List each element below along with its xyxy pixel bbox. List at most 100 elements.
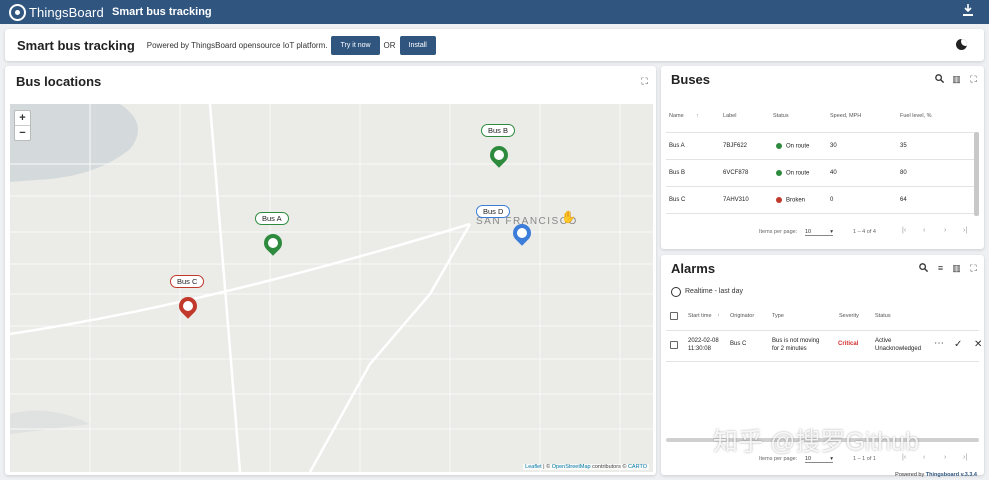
alarm-start-clock: 11:30:08 [688, 346, 711, 352]
items-per-page-label: Items per page: [759, 229, 798, 235]
page-title: Smart bus tracking [17, 37, 135, 53]
prev-page-icon[interactable]: ‹ [923, 227, 925, 234]
buses-title: Buses [671, 72, 711, 87]
status-dot-icon [776, 143, 782, 149]
bus-status: On route [776, 170, 809, 177]
install-button[interactable]: Install [399, 35, 436, 55]
divider [666, 213, 974, 214]
column-header-fuel[interactable]: Fuel level, % [900, 113, 932, 119]
column-header-severity[interactable]: Severity [839, 313, 859, 319]
next-page-icon[interactable]: › [944, 227, 946, 234]
bus-status: On route [776, 143, 809, 150]
realtime-label[interactable]: Realtime - last day [685, 288, 743, 295]
search-icon[interactable] [934, 74, 945, 85]
bus-fuel: 80 [900, 170, 907, 176]
divider [666, 186, 974, 187]
divider [666, 361, 979, 362]
columns-icon[interactable]: ▥ [951, 263, 962, 274]
hand-cursor-icon: ✋ [561, 210, 576, 224]
clear-alarm-icon[interactable]: ✕ [974, 339, 982, 350]
bus-speed: 0 [830, 197, 834, 203]
items-per-page-select[interactable]: 10 ▾ [805, 229, 833, 236]
osm-link[interactable]: OpenStreetMap [552, 464, 591, 470]
zoom-control: + − [14, 110, 31, 141]
alarm-status: Active Unacknowledged [875, 337, 921, 353]
alarm-type-line1: Bus is not moving [772, 338, 820, 344]
column-header-status[interactable]: Status [773, 113, 789, 119]
row-checkbox[interactable] [670, 341, 678, 349]
first-page-icon[interactable]: |‹ [902, 227, 906, 234]
sort-arrow-icon[interactable]: ↑ [696, 113, 699, 119]
try-it-now-button[interactable]: Try it now [331, 35, 380, 55]
alarm-status-line2: Unacknowledged [875, 346, 922, 352]
bus-name: Bus B [669, 170, 686, 176]
leaflet-link[interactable]: Leaflet [525, 464, 542, 470]
watermark: 知乎 @搜罗Github [713, 428, 919, 456]
dark-mode-icon[interactable] [956, 39, 967, 50]
filter-icon[interactable]: ≡ [935, 263, 946, 274]
powered-text: Powered by ThingsBoard opensource IoT pl… [146, 40, 328, 50]
bus-fuel: 64 [900, 197, 907, 203]
header-card: Smart bus tracking Powered by ThingsBoar… [5, 29, 984, 61]
or-label: OR [383, 40, 396, 50]
bus-speed: 40 [830, 170, 837, 176]
bus-label: 7AHV310 [723, 197, 749, 203]
carto-link[interactable]: CARTO [628, 464, 647, 470]
fullscreen-icon[interactable]: ⛶ [968, 263, 979, 274]
column-header-type[interactable]: Type [772, 313, 784, 319]
more-actions-icon[interactable]: ⋯ [934, 338, 944, 349]
column-header-originator[interactable]: Originator [730, 313, 754, 319]
footer: Powered by Thingsboard v.3.3.4 [895, 472, 977, 478]
bus-label: 6VCF878 [723, 170, 749, 176]
thingsboard-version-link[interactable]: Thingsboard v.3.3.4 [926, 472, 977, 478]
bus-marker-label: Bus C [170, 275, 205, 288]
logo-text: ThingsBoard [29, 4, 104, 20]
bus-locations-title: Bus locations [16, 74, 102, 89]
bus-status-text: On route [786, 143, 810, 150]
alarm-severity: Critical [838, 341, 859, 347]
bus-label: 7BJF622 [723, 143, 748, 149]
map-attribution: Leaflet | © OpenStreetMap contributors ©… [523, 464, 649, 470]
bus-speed: 30 [830, 143, 837, 149]
dropdown-arrow-icon: ▾ [830, 229, 833, 235]
thingsboard-logo[interactable]: ThingsBoard [9, 3, 104, 21]
thingsboard-logo-icon [9, 3, 26, 21]
buses-card: Buses ▥ ⛶ Name ↑ Label Status Speed, MPH… [661, 66, 984, 249]
sort-arrow-icon[interactable]: ↓ [717, 312, 720, 318]
last-page-icon[interactable]: ›| [963, 227, 967, 234]
last-page-icon[interactable]: ›| [963, 454, 967, 461]
search-icon[interactable] [918, 263, 929, 274]
next-page-icon[interactable]: › [944, 454, 946, 461]
column-header-status[interactable]: Status [875, 313, 891, 319]
alarm-start-date: 2022-02-08 [688, 338, 719, 344]
column-header-speed[interactable]: Speed, MPH [830, 113, 861, 119]
bus-status-text: On route [786, 170, 810, 177]
alarms-title: Alarms [671, 261, 716, 276]
fullscreen-icon[interactable]: ⛶ [639, 76, 650, 87]
dashboard-title: Smart bus tracking [112, 6, 212, 18]
download-icon[interactable] [961, 4, 975, 20]
columns-icon[interactable]: ▥ [951, 74, 962, 85]
zoom-in-button[interactable]: + [15, 111, 30, 126]
bus-name: Bus C [669, 197, 686, 203]
scrollbar[interactable] [974, 132, 979, 216]
bus-marker-label: Bus D [476, 205, 511, 218]
zoom-out-button[interactable]: − [15, 126, 30, 141]
clock-icon[interactable] [671, 287, 681, 297]
map[interactable]: + − SAN FRANCISCO Bus B Bus A Bus D Bus … [10, 104, 653, 472]
bus-status-text: Broken [786, 197, 806, 204]
column-header-start-time[interactable]: Start time [688, 313, 712, 319]
prev-page-icon[interactable]: ‹ [923, 454, 925, 461]
select-all-checkbox[interactable] [670, 312, 678, 320]
bus-fuel: 35 [900, 143, 907, 149]
divider [666, 159, 974, 160]
map-background [10, 104, 653, 472]
footer-powered: Powered by [895, 472, 926, 478]
divider [666, 132, 974, 133]
alarm-type: Bus is not moving for 2 minutes [772, 337, 819, 353]
acknowledge-icon[interactable]: ✓ [954, 339, 962, 350]
column-header-label[interactable]: Label [723, 113, 736, 119]
fullscreen-icon[interactable]: ⛶ [968, 74, 979, 85]
alarm-type-line2: for 2 minutes [772, 346, 807, 352]
column-header-name[interactable]: Name [669, 113, 684, 119]
